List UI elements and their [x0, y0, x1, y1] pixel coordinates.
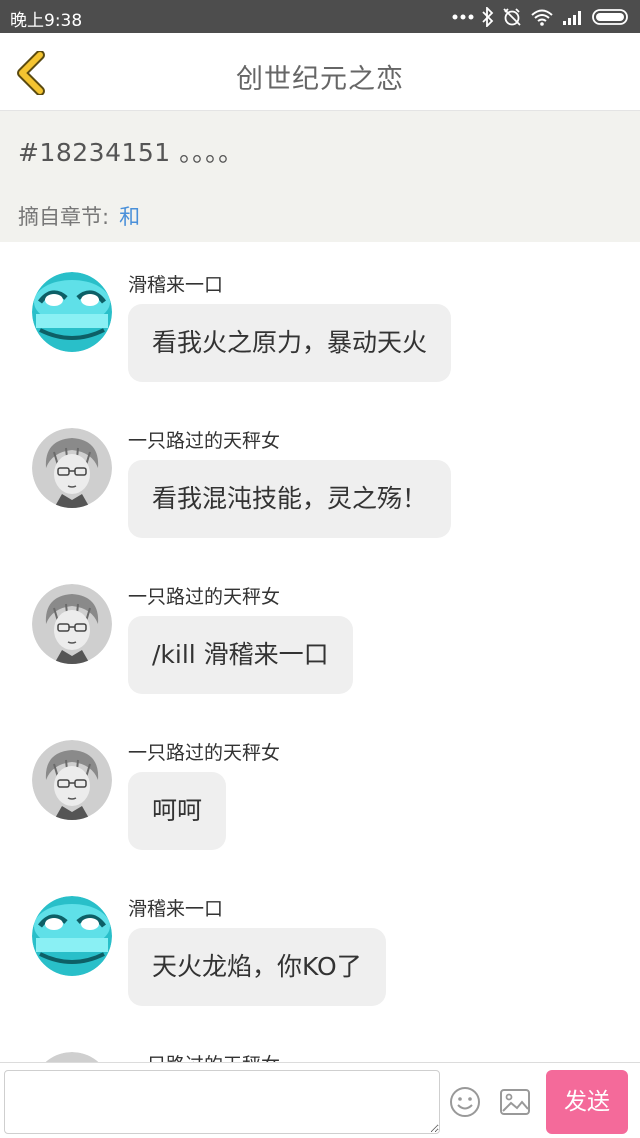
anime-boy-avatar[interactable] [32, 740, 112, 820]
send-button[interactable]: 发送 [546, 1070, 628, 1134]
sender-name: 一只路过的天秤女 [128, 742, 281, 764]
chapter-line: 摘自章节: 和 [18, 201, 140, 231]
sender-name: 滑稽来一口 [128, 274, 224, 296]
message-item: 一只路过的天秤女 呵呵 [0, 710, 640, 850]
topic-panel: #18234151 。。。。 摘自章节: 和 [0, 111, 640, 242]
message-bubble[interactable]: 天火龙焰，你KO了 [128, 928, 386, 1006]
topic-text: #18234151 。。。。 [18, 138, 244, 167]
message-item: 一只路过的天秤女 看我混沌技能，灵之殇！ [0, 398, 640, 538]
wifi-icon [531, 9, 553, 26]
sender-name: 一只路过的天秤女 [128, 1050, 280, 1062]
bluetooth-icon [482, 7, 494, 27]
battery-icon [592, 9, 628, 25]
image-icon [500, 1089, 530, 1115]
message-item: 一只路过的天秤女 [0, 1022, 640, 1062]
page-title: 创世纪元之恋 [236, 64, 404, 95]
sender-name: 一只路过的天秤女 [128, 586, 281, 608]
emoji-button[interactable] [448, 1085, 482, 1119]
message-item: 滑稽来一口 看我火之原力，暴动天火 [0, 242, 640, 382]
message-bubble[interactable]: 看我混沌技能，灵之殇！ [128, 460, 452, 538]
anime-boy-avatar[interactable] [32, 1052, 112, 1062]
header: 创世纪元之恋 [0, 33, 640, 111]
status-icons [452, 5, 632, 29]
message-item: 一只路过的天秤女 /kill 滑稽来一口 [0, 554, 640, 694]
anime-boy-avatar[interactable] [32, 584, 112, 664]
status-bar: 晚上9:38 [0, 0, 640, 33]
input-bar: 发送 [0, 1062, 640, 1138]
chapter-label: 摘自章节: [18, 205, 110, 229]
funny-face-avatar[interactable] [32, 896, 112, 976]
funny-face-avatar[interactable] [32, 272, 112, 352]
sender-name: 滑稽来一口 [128, 898, 224, 920]
image-button[interactable] [498, 1085, 532, 1119]
anime-boy-avatar[interactable] [32, 428, 112, 508]
message-list[interactable]: 滑稽来一口 看我火之原力，暴动天火 一只路过的天秤女 看我混沌技能，灵之殇！ 一… [0, 242, 640, 1062]
message-bubble[interactable]: /kill 滑稽来一口 [128, 616, 353, 694]
more-dots-icon [452, 14, 474, 20]
message-bubble[interactable]: 呵呵 [128, 772, 227, 850]
smiley-icon [450, 1087, 480, 1117]
alarm-off-icon [503, 8, 521, 26]
message-input[interactable] [4, 1070, 440, 1134]
sender-name: 一只路过的天秤女 [128, 430, 281, 452]
signal-icon [563, 11, 581, 25]
message-item: 滑稽来一口 天火龙焰，你KO了 [0, 866, 640, 1006]
chapter-link[interactable]: 和 [119, 205, 140, 229]
status-time: 晚上9:38 [10, 11, 83, 31]
message-bubble[interactable]: 看我火之原力，暴动天火 [128, 304, 452, 382]
